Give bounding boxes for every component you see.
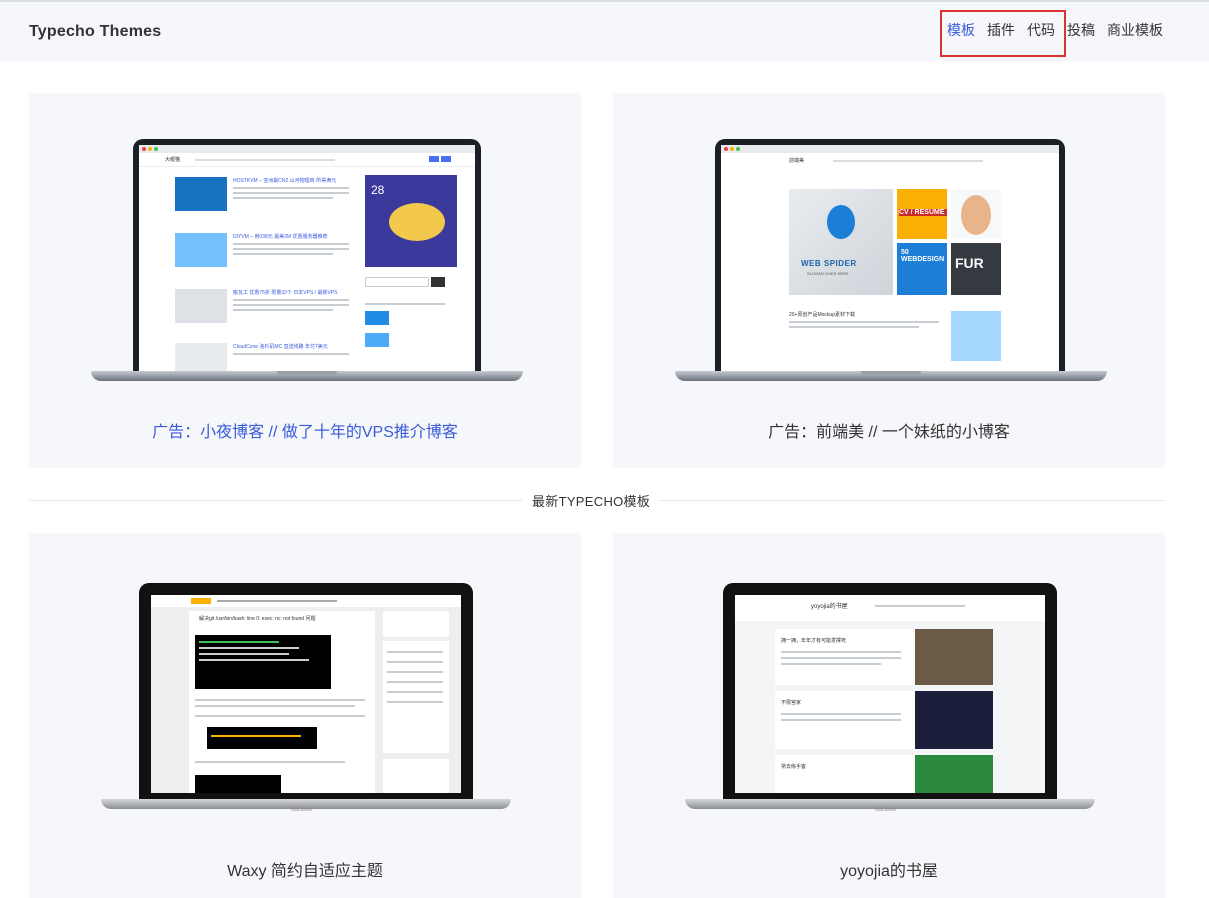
main-nav: 模板 插件 代码 投稿 商业模板 [947,21,1175,39]
macbook-label-2: MacBook [875,807,896,813]
nav-item-plugins[interactable]: 插件 [987,21,1015,39]
nav-item-submit[interactable]: 投稿 [1067,21,1095,39]
theme-card-yoyojia-screenshot[interactable]: yoyojia的书屋 拥一拥，年年才有可能发撑死 不限宫家 常去练手客 MacB… [685,583,1095,818]
preview-post-mockup: 20+原创产品Mockup素材下载 [789,312,855,318]
preview-date: 28 [371,183,385,197]
preview-post-2: DIYVM – 用038元 最美2M 优惠服务器推荐 [233,234,328,240]
nav-item-commercial[interactable]: 商业模板 [1107,21,1163,39]
ad-card-2-caption[interactable]: 广告：前端美 // 一个妹纸的小博客 [613,418,1165,442]
preview-yoyojia-post-2: 不限宫家 [781,700,802,706]
site-title[interactable]: Typecho Themes [29,23,161,41]
preview-tile-webdesign: 50 WEBDESIGN [901,249,945,263]
preview-logo-2: 前端美 [789,158,805,164]
ad-card-2[interactable]: 前端美 WEB SPIDER SLOGAN GOES HERE CV / RES… [613,93,1165,468]
preview-yoyojia-title: yoyojia的书屋 [811,604,848,610]
preview-web-spider-logo: WEB SPIDER [801,259,857,268]
theme-card-yoyojia[interactable]: yoyojia的书屋 拥一拥，年年才有可能发撑死 不限宫家 常去练手客 MacB… [613,533,1165,898]
ad-card-1-screenshot[interactable]: 大眼猫 HOSTKVM – 亚洲最CN2 山河物理商 所得满元 DIYVM – … [91,139,523,399]
ad-card-2-screenshot[interactable]: 前端美 WEB SPIDER SLOGAN GOES HERE CV / RES… [675,139,1107,399]
nav-item-templates[interactable]: 模板 [947,21,975,39]
theme-card-yoyojia-caption[interactable]: yoyojia的书屋 [613,857,1165,881]
preview-yoyojia-post-3: 常去练手客 [781,764,807,770]
section-title: 最新TYPECHO模板 [522,491,661,510]
preview-yoyojia-post-1: 拥一拥，年年才有可能发撑死 [781,638,847,644]
theme-card-waxy[interactable]: 解决git /usr/bin/bash: line 0: exec: nc: n… [29,533,581,898]
ad-card-1-caption[interactable]: 广告：小夜博客 // 做了十年的VPS推介博客 [29,418,581,442]
preview-tile-cv: CV / RESUME [899,209,947,216]
preview-tile-fur: FUR [955,255,984,271]
preview-web-spider-slogan: SLOGAN GOES HERE [807,271,849,276]
preview-logo: 大眼猫 [165,157,181,163]
preview-waxy-title: 解决git /usr/bin/bash: line 0: exec: nc: n… [199,616,316,622]
theme-card-waxy-screenshot[interactable]: 解决git /usr/bin/bash: line 0: exec: nc: n… [101,583,511,818]
preview-post-1: HOSTKVM – 亚洲最CN2 山河物理商 所得满元 [233,178,337,184]
macbook-label: MacBook [291,807,312,813]
ad-card-1[interactable]: 大眼猫 HOSTKVM – 亚洲最CN2 山河物理商 所得满元 DIYVM – … [29,93,581,468]
preview-post-3: 搬瓦工 优惠75折 限量32个 日本VPS / 最新VPS [233,290,338,296]
preview-post-4: CloudCone 洛杉矶MC 直送线路 年付7美元 [233,344,328,350]
nav-item-code[interactable]: 代码 [1027,21,1055,39]
theme-card-waxy-caption[interactable]: Waxy 简约自适应主题 [29,857,581,881]
